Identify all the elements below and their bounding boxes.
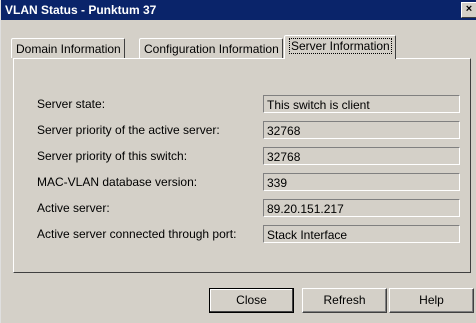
connected-port-field: Stack Interface: [263, 225, 460, 243]
switch-priority-label: Server priority of this switch:: [37, 149, 188, 163]
active-server-field: 89.20.151.217: [263, 199, 460, 217]
tab-label: Configuration Information: [144, 42, 279, 56]
active-server-label: Active server:: [37, 201, 110, 215]
server-information-panel: Server state: This switch is client Serv…: [13, 58, 471, 273]
tab-configuration-information[interactable]: Configuration Information: [139, 38, 283, 58]
server-state-label: Server state:: [37, 97, 106, 111]
title-bar[interactable]: VLAN Status - Punktum 37 ×: [1, 0, 476, 20]
help-button[interactable]: Help: [389, 288, 474, 313]
database-version-field: 339: [263, 173, 460, 191]
server-state-field: This switch is client: [263, 95, 460, 113]
close-button[interactable]: Close: [209, 288, 294, 313]
active-server-priority-label: Server priority of the active server:: [37, 123, 220, 137]
active-server-priority-field: 32768: [263, 121, 460, 139]
connected-port-label: Active server connected through port:: [37, 227, 237, 241]
vlan-status-dialog: VLAN Status - Punktum 37 × Domain Inform…: [0, 0, 476, 323]
refresh-button[interactable]: Refresh: [302, 288, 387, 313]
tab-label: Server Information: [289, 38, 392, 54]
tab-label: Domain Information: [16, 42, 121, 56]
close-window-button[interactable]: ×: [461, 2, 476, 18]
database-version-label: MAC-VLAN database version:: [37, 175, 198, 189]
tab-server-information[interactable]: Server Information: [284, 35, 396, 59]
tab-domain-information[interactable]: Domain Information: [11, 38, 125, 58]
window-title: VLAN Status - Punktum 37: [5, 3, 157, 17]
close-icon: ×: [465, 3, 473, 15]
switch-priority-field: 32768: [263, 147, 460, 165]
